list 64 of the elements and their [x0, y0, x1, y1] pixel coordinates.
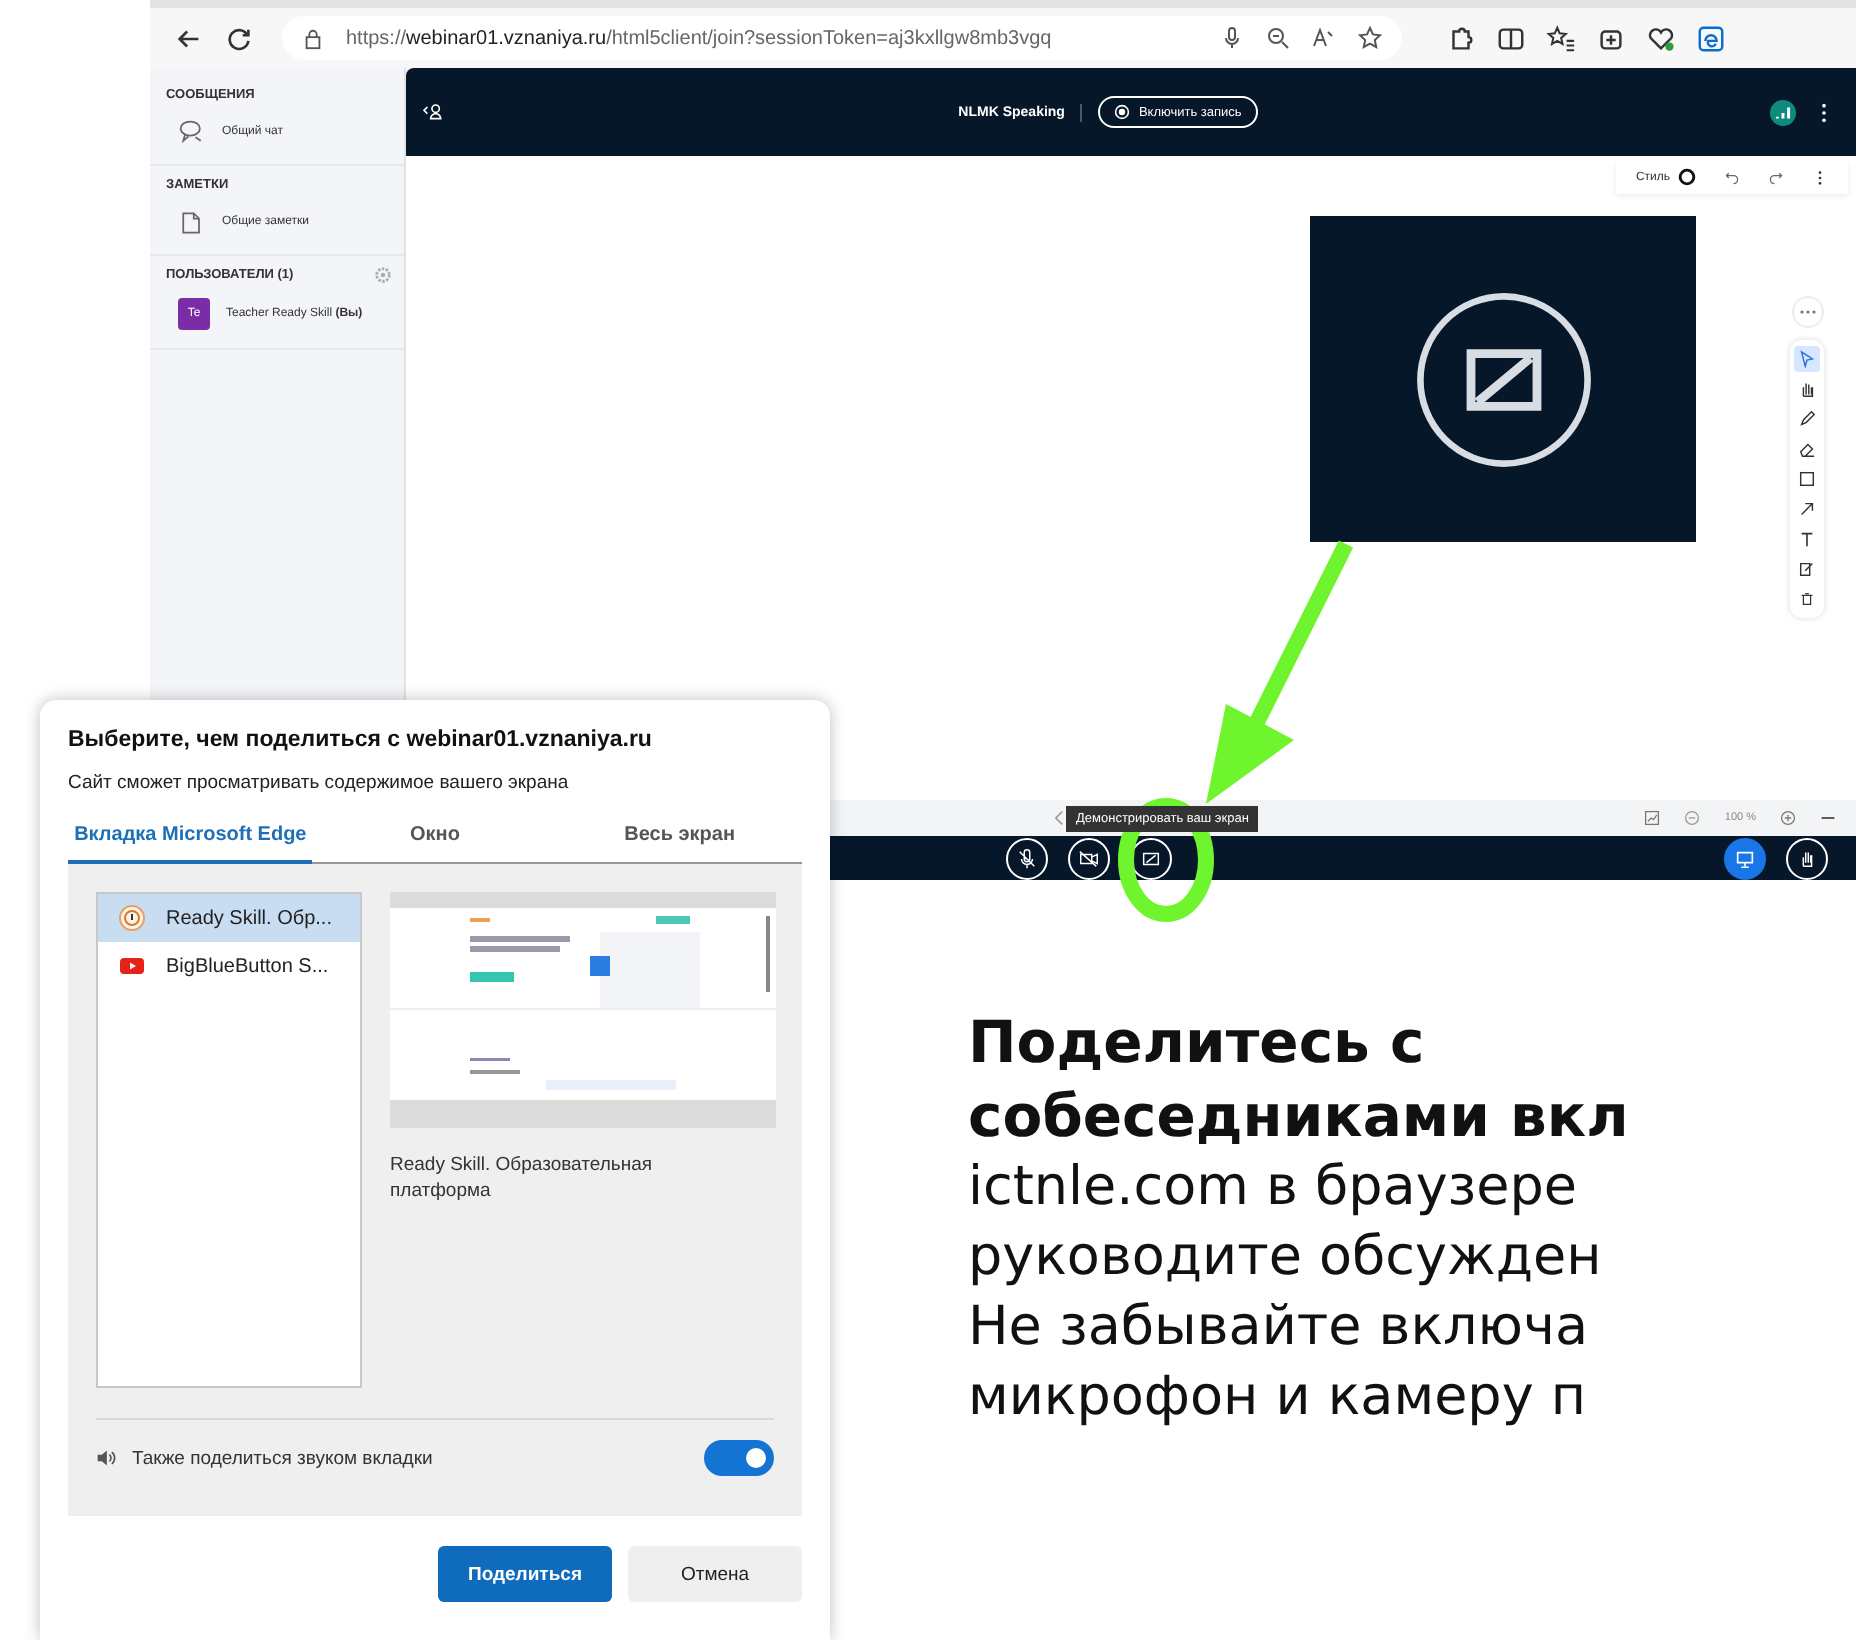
- microphone-icon[interactable]: [1220, 26, 1244, 50]
- camera-button[interactable]: [1068, 837, 1110, 879]
- rectangle-tool-button[interactable]: [1794, 466, 1820, 492]
- tab-list-item[interactable]: BigBlueButton S...: [98, 942, 360, 990]
- hand-button[interactable]: [1786, 837, 1828, 879]
- callout-text-line: ictnle.com в браузере: [968, 1154, 1580, 1223]
- redo-icon[interactable]: [1768, 169, 1784, 185]
- presentation-button[interactable]: [1724, 837, 1766, 879]
- lock-icon: [302, 27, 324, 49]
- callout-heading-line: Поделитесь с: [968, 1006, 1427, 1080]
- callout-text-line: руководите обсужден: [968, 1224, 1604, 1293]
- select-tool-button[interactable]: [1794, 346, 1820, 372]
- tab-list-item[interactable]: Ready Skill. Обр...: [98, 894, 360, 942]
- zoom-out-icon[interactable]: [1266, 26, 1290, 50]
- callout-text-line: Не забывайте включа: [968, 1293, 1590, 1362]
- previous-slide-icon[interactable]: [1054, 810, 1064, 826]
- fit-chart-icon[interactable]: [1644, 810, 1661, 826]
- zoom-in-icon[interactable]: [1780, 810, 1796, 826]
- undo-icon[interactable]: [1724, 169, 1740, 185]
- tab-title: BigBlueButton S...: [166, 955, 329, 977]
- stroke-circle-icon[interactable]: [1678, 168, 1696, 186]
- preview-caption: Ready Skill. Образовательная платформа: [390, 1152, 655, 1206]
- rectangle-icon: [1798, 470, 1816, 488]
- address-bar[interactable]: https://webinar01.vznaniya.ru/html5client/join?sessionToken=aj3kxllgw8mb3vgq: [282, 16, 1402, 60]
- split-screen-icon[interactable]: [1496, 23, 1526, 53]
- connection-status-icon[interactable]: [1770, 99, 1796, 125]
- screen-share-icon: [1140, 847, 1162, 869]
- star-icon[interactable]: [1358, 26, 1382, 50]
- chat-icon: [178, 118, 206, 146]
- microphone-off-icon: [1016, 847, 1038, 869]
- share-audio-label: Также поделиться звуком вкладки: [132, 1447, 435, 1469]
- text-icon: [1798, 530, 1816, 548]
- tab-title: Ready Skill. Обр...: [166, 907, 332, 929]
- share-tab[interactable]: Окно: [312, 814, 558, 864]
- speaker-icon: [96, 1448, 116, 1468]
- refresh-icon[interactable]: [224, 23, 254, 53]
- mic-button[interactable]: [1006, 837, 1048, 879]
- arrow-icon: [1798, 500, 1816, 518]
- callout-heading-line: собеседниками вкл: [968, 1080, 1629, 1155]
- monitor-icon: [1734, 847, 1756, 869]
- heart-pulse-icon[interactable]: [1646, 23, 1676, 53]
- site-logo-icon: [118, 904, 146, 932]
- pencil-icon: [1798, 410, 1816, 428]
- pencil-tool-button[interactable]: [1794, 406, 1820, 432]
- url-text: https://webinar01.vznaniya.ru/html5client/join?sessionToken=aj3kxllgw8mb3vgq: [346, 27, 1054, 49]
- extensions-icon[interactable]: [1446, 23, 1476, 53]
- hand-icon: [1798, 380, 1816, 398]
- record-icon: [1114, 104, 1131, 120]
- cancel-button[interactable]: Отмена: [628, 1546, 802, 1602]
- share-audio-toggle[interactable]: [704, 1440, 774, 1476]
- share-tab[interactable]: Весь экран: [557, 814, 802, 864]
- camera-off-icon: [1078, 847, 1100, 869]
- notes-icon: [178, 208, 206, 236]
- more-options-icon[interactable]: [1820, 101, 1828, 123]
- user-list-toggle-icon[interactable]: [422, 102, 446, 122]
- favorites-icon[interactable]: [1546, 23, 1576, 53]
- share-button[interactable]: Поделиться: [438, 1546, 612, 1602]
- eraser-icon: [1798, 440, 1816, 458]
- video-play-icon: [118, 952, 146, 980]
- note-icon: [1798, 560, 1816, 578]
- screen-button[interactable]: [1130, 837, 1172, 879]
- select-icon: [1798, 350, 1816, 368]
- callout-text-line: микрофон и камеру п: [968, 1363, 1589, 1432]
- trash-icon: [1798, 590, 1816, 608]
